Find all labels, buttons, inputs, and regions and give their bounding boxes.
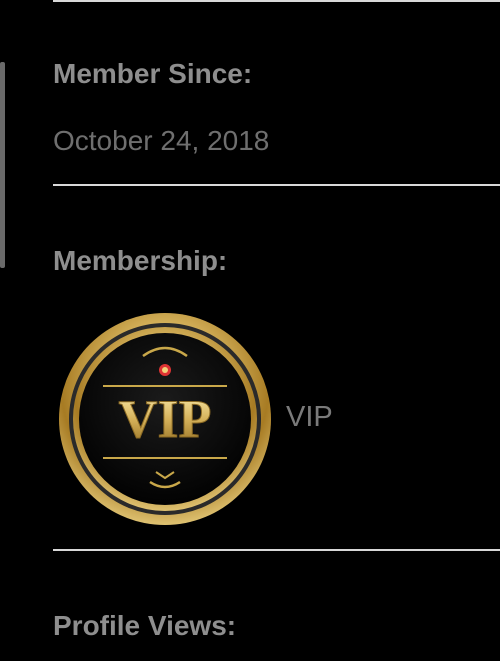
profile-details-panel: Member Since: October 24, 2018 Membershi… xyxy=(0,0,500,661)
divider-top xyxy=(53,0,500,2)
scrollbar[interactable] xyxy=(0,62,5,268)
vip-badge-text: VIP xyxy=(119,389,212,449)
member-since-label: Member Since: xyxy=(53,58,253,89)
vip-badge-icon: VIP xyxy=(58,312,272,526)
divider-1 xyxy=(53,184,500,186)
profile-views-label: Profile Views: xyxy=(53,610,237,641)
membership-label: Membership: xyxy=(53,245,228,276)
membership-value: VIP xyxy=(286,401,333,433)
divider-2 xyxy=(53,549,500,551)
member-since-value: October 24, 2018 xyxy=(53,125,270,156)
